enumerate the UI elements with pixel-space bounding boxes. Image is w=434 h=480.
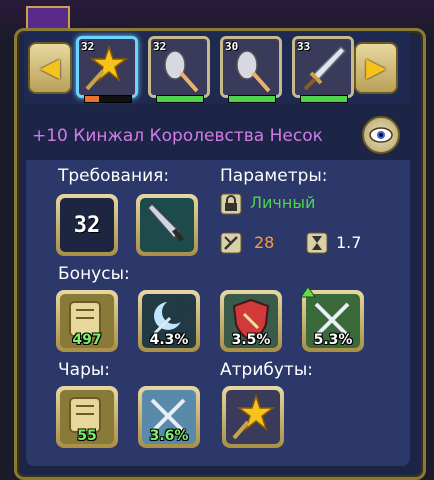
star-attribute-icon	[232, 393, 276, 440]
dagger-class-icon	[146, 202, 184, 242]
lock-icon	[220, 193, 242, 215]
item-slot-1[interactable]: 32	[76, 36, 138, 98]
next-item-button[interactable]: ▶	[354, 42, 398, 94]
item-slot-2[interactable]: 32	[148, 36, 210, 98]
damage-icon	[220, 232, 242, 254]
enchant-tile-2[interactable]: 3.6%	[138, 386, 200, 448]
enchant-value: 55	[77, 428, 97, 444]
slot-level: 32	[81, 40, 95, 53]
parameters-label: Параметры:	[220, 166, 328, 186]
slot-2-bar	[156, 95, 204, 103]
slot-1-bar	[84, 95, 132, 103]
bonus-value: 497	[72, 332, 102, 348]
eye-icon	[369, 127, 393, 143]
attributes-label: Атрибуты:	[220, 360, 313, 380]
bonus-value: 3.5%	[231, 332, 271, 348]
binding-text: Личный	[250, 193, 316, 212]
bonus-tile-2[interactable]: 4.3%	[138, 290, 200, 352]
damage-value: 28	[254, 233, 275, 252]
required-level: 32	[73, 212, 101, 238]
attribute-tile[interactable]	[222, 386, 284, 448]
slot-level: 32	[153, 40, 167, 53]
enchant-value: 3.6%	[149, 428, 189, 444]
slot-3-bar	[228, 95, 276, 103]
bonus-tile-1[interactable]: 497	[56, 290, 118, 352]
required-class-tile[interactable]	[136, 194, 198, 256]
requirements-label: Требования:	[58, 166, 170, 186]
required-level-tile[interactable]: 32	[56, 194, 118, 256]
prev-item-button[interactable]: ◀	[28, 42, 72, 94]
enchants-label: Чары:	[58, 360, 111, 380]
slot-level: 30	[225, 40, 239, 53]
item-slot-3[interactable]: 30	[220, 36, 282, 98]
slot-level: 33	[297, 40, 311, 53]
bonus-tile-4[interactable]: 5.3%	[302, 290, 364, 352]
enchant-tile-1[interactable]: 55	[56, 386, 118, 448]
item-slot-4[interactable]: 33	[292, 36, 354, 98]
hourglass-icon	[306, 232, 328, 254]
bonus-tile-3[interactable]: 3.5%	[220, 290, 282, 352]
speed-value: 1.7	[336, 233, 362, 252]
upgrade-arrow-icon	[300, 286, 316, 298]
item-name: +10 Кинжал Королевства Несок	[32, 126, 323, 146]
bonuses-label: Бонусы:	[58, 264, 130, 284]
right-arrow-icon: ▶	[366, 53, 386, 83]
left-arrow-icon: ◀	[40, 53, 60, 83]
inspect-button[interactable]	[362, 116, 400, 154]
bonus-value: 5.3%	[313, 332, 353, 348]
bonus-value: 4.3%	[149, 332, 189, 348]
slot-4-bar	[300, 95, 348, 103]
